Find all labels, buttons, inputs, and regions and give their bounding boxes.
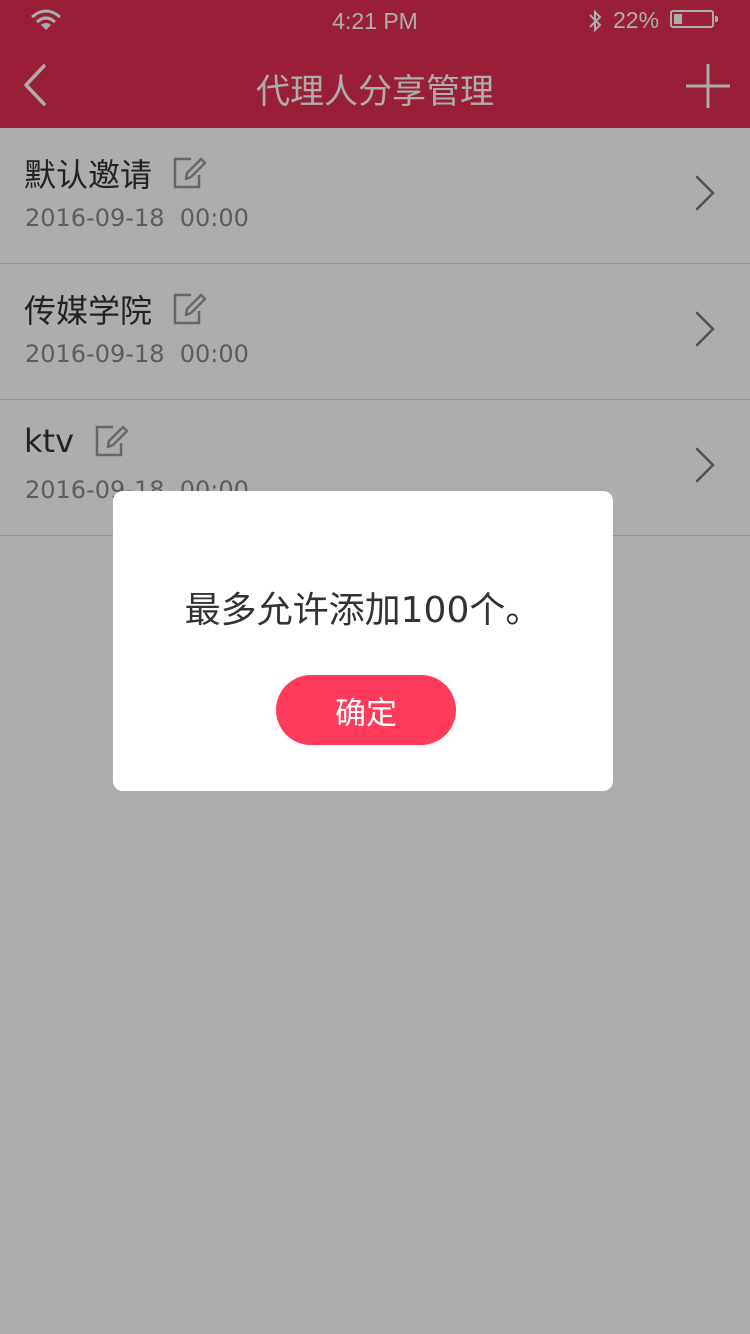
alert-dialog: 最多允许添加100个。 确定 xyxy=(113,491,613,791)
confirm-button[interactable]: 确定 xyxy=(276,675,456,745)
dialog-message: 最多允许添加100个。 xyxy=(184,590,542,631)
